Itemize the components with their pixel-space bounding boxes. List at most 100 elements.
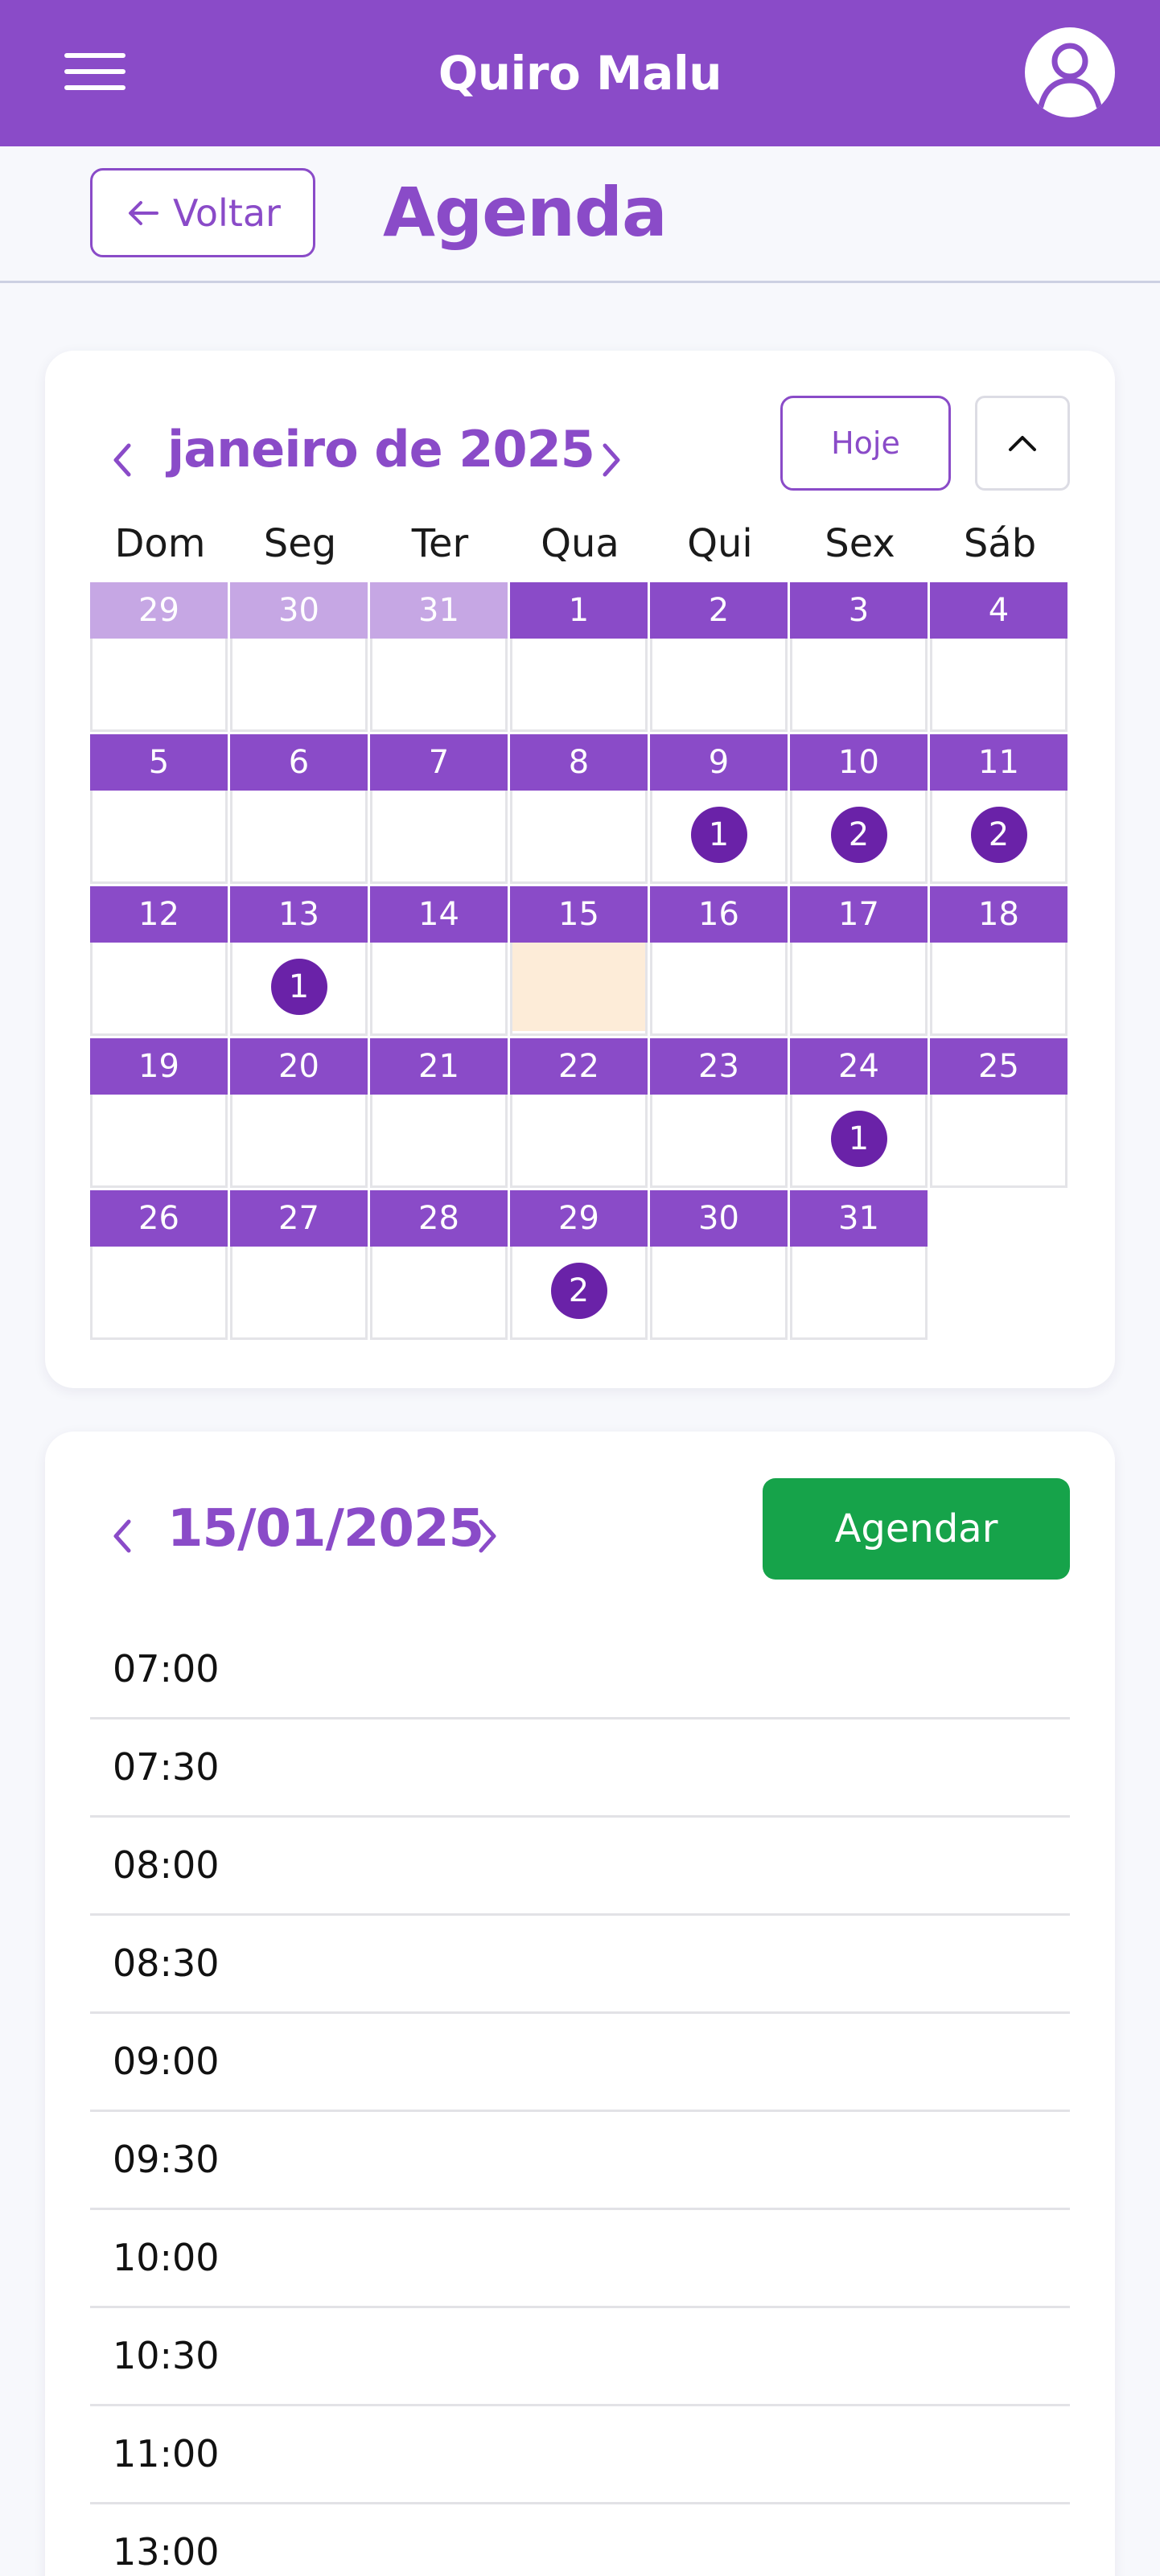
calendar-day-number: 24 <box>790 1038 928 1095</box>
weekday-label: Qui <box>687 521 753 566</box>
top-app-bar: Quiro Malu <box>0 0 1160 146</box>
calendar-day-cell[interactable]: 11 2 <box>930 734 1067 884</box>
calendar-day-cell[interactable]: 2 <box>650 582 788 732</box>
calendar-day-cell[interactable]: 15 <box>510 886 648 1036</box>
calendar-day-cell[interactable]: 21 <box>370 1038 508 1188</box>
calendar-day-cell[interactable]: 31 <box>790 1190 928 1340</box>
calendar-day-cell[interactable]: 25 <box>930 1038 1067 1188</box>
calendar-day-number: 10 <box>790 734 928 791</box>
calendar-day-number: 19 <box>90 1038 228 1095</box>
time-slot-row[interactable]: 10:00 <box>90 2210 1070 2308</box>
calendar-day-number: 16 <box>650 886 788 943</box>
calendar-day-cell[interactable]: 5 <box>90 734 228 884</box>
calendar-day-cell[interactable]: 4 <box>930 582 1067 732</box>
calendar-day-cell[interactable]: 24 1 <box>790 1038 928 1188</box>
calendar-day-number: 3 <box>790 582 928 639</box>
arrow-left-icon <box>129 200 159 225</box>
appointment-count-badge: 1 <box>830 1111 887 1167</box>
calendar-day-body <box>232 791 365 879</box>
calendar-day-body <box>512 943 645 1031</box>
calendar-day-body <box>232 1095 365 1183</box>
schedule-button[interactable]: Agendar <box>763 1478 1070 1580</box>
time-slot-row[interactable]: 08:30 <box>90 1916 1070 2014</box>
calendar-day-cell[interactable]: 19 <box>90 1038 228 1188</box>
calendar-day-cell[interactable]: 31 <box>370 582 508 732</box>
collapse-button[interactable] <box>975 396 1070 491</box>
today-button[interactable]: Hoje <box>780 396 951 491</box>
calendar-day-body <box>652 1247 785 1335</box>
calendar-day-body <box>372 1095 505 1183</box>
calendar-day-number: 31 <box>370 582 508 639</box>
calendar-day-cell[interactable]: 12 <box>90 886 228 1036</box>
calendar-day-cell[interactable]: 23 <box>650 1038 788 1188</box>
calendar-day-body <box>512 1095 645 1183</box>
calendar-day-number: 8 <box>510 734 648 791</box>
calendar-day-number: 17 <box>790 886 928 943</box>
calendar-day-cell[interactable]: 6 <box>230 734 368 884</box>
calendar-day-body <box>932 1095 1065 1183</box>
calendar-day-number: 9 <box>650 734 788 791</box>
calendar-day-body: 2 <box>932 791 1065 879</box>
calendar-day-number: 1 <box>510 582 648 639</box>
time-slot-row[interactable]: 10:30 <box>90 2308 1070 2406</box>
calendar-day-body <box>792 943 925 1031</box>
calendar-day-cell[interactable]: 27 <box>230 1190 368 1340</box>
calendar-day-number: 21 <box>370 1038 508 1095</box>
calendar-day-number: 13 <box>230 886 368 943</box>
next-day-chevron-right-icon[interactable] <box>471 1515 504 1557</box>
calendar-day-cell[interactable]: 13 1 <box>230 886 368 1036</box>
calendar-day-body <box>93 791 225 879</box>
weekday-label: Dom <box>114 521 206 566</box>
back-button[interactable]: Voltar <box>90 168 315 257</box>
prev-day-chevron-left-icon[interactable] <box>106 1515 138 1557</box>
time-slot-row[interactable]: 09:00 <box>90 2014 1070 2112</box>
calendar-day-cell[interactable]: 30 <box>650 1190 788 1340</box>
calendar-day-body <box>652 1095 785 1183</box>
calendar-day-cell[interactable]: 22 <box>510 1038 648 1188</box>
time-slot-row[interactable]: 07:00 <box>90 1621 1070 1719</box>
calendar-day-body <box>652 639 785 727</box>
time-slot-row[interactable]: 11:00 <box>90 2406 1070 2504</box>
calendar-day-cell[interactable]: 16 <box>650 886 788 1036</box>
calendar-day-number: 23 <box>650 1038 788 1095</box>
calendar-day-cell[interactable]: 7 <box>370 734 508 884</box>
next-month-chevron-right-icon[interactable] <box>595 439 627 481</box>
app-title: Quiro Malu <box>438 46 722 101</box>
calendar-day-cell[interactable]: 26 <box>90 1190 228 1340</box>
calendar-day-number: 2 <box>650 582 788 639</box>
prev-month-chevron-left-icon[interactable] <box>106 439 138 481</box>
calendar-day-body <box>932 639 1065 727</box>
calendar-day-cell[interactable]: 29 <box>90 582 228 732</box>
user-icon[interactable] <box>1025 27 1115 117</box>
calendar-day-number: 4 <box>930 582 1067 639</box>
calendar-day-cell[interactable]: 3 <box>790 582 928 732</box>
weekday-label: Seg <box>263 521 337 566</box>
calendar-day-number: 20 <box>230 1038 368 1095</box>
calendar-day-cell[interactable]: 1 <box>510 582 648 732</box>
time-slot-row[interactable]: 09:30 <box>90 2112 1070 2210</box>
calendar-day-body <box>792 639 925 727</box>
calendar-day-number: 29 <box>510 1190 648 1247</box>
calendar-day-cell[interactable]: 10 2 <box>790 734 928 884</box>
weekday-label: Ter <box>411 521 469 566</box>
calendar-day-body <box>372 639 505 727</box>
calendar-day-cell[interactable]: 18 <box>930 886 1067 1036</box>
calendar-day-cell[interactable]: 8 <box>510 734 648 884</box>
calendar-day-cell[interactable]: 30 <box>230 582 368 732</box>
calendar-day-cell[interactable]: 29 2 <box>510 1190 648 1340</box>
calendar-day-number: 30 <box>230 582 368 639</box>
calendar-day-body <box>232 1247 365 1335</box>
time-slot-row[interactable]: 07:30 <box>90 1719 1070 1818</box>
calendar-day-cell[interactable]: 14 <box>370 886 508 1036</box>
calendar-day-cell[interactable]: 20 <box>230 1038 368 1188</box>
appointment-count-badge: 2 <box>550 1263 607 1319</box>
calendar-day-body <box>372 1247 505 1335</box>
calendar-day-number: 27 <box>230 1190 368 1247</box>
calendar-day-cell[interactable]: 28 <box>370 1190 508 1340</box>
time-slot-row[interactable]: 13:00 <box>90 2504 1070 2576</box>
calendar-day-cell[interactable]: 91 <box>650 734 788 884</box>
calendar-day-body <box>93 943 225 1031</box>
calendar-day-body <box>93 1095 225 1183</box>
time-slot-row[interactable]: 08:00 <box>90 1818 1070 1916</box>
calendar-day-cell[interactable]: 17 <box>790 886 928 1036</box>
